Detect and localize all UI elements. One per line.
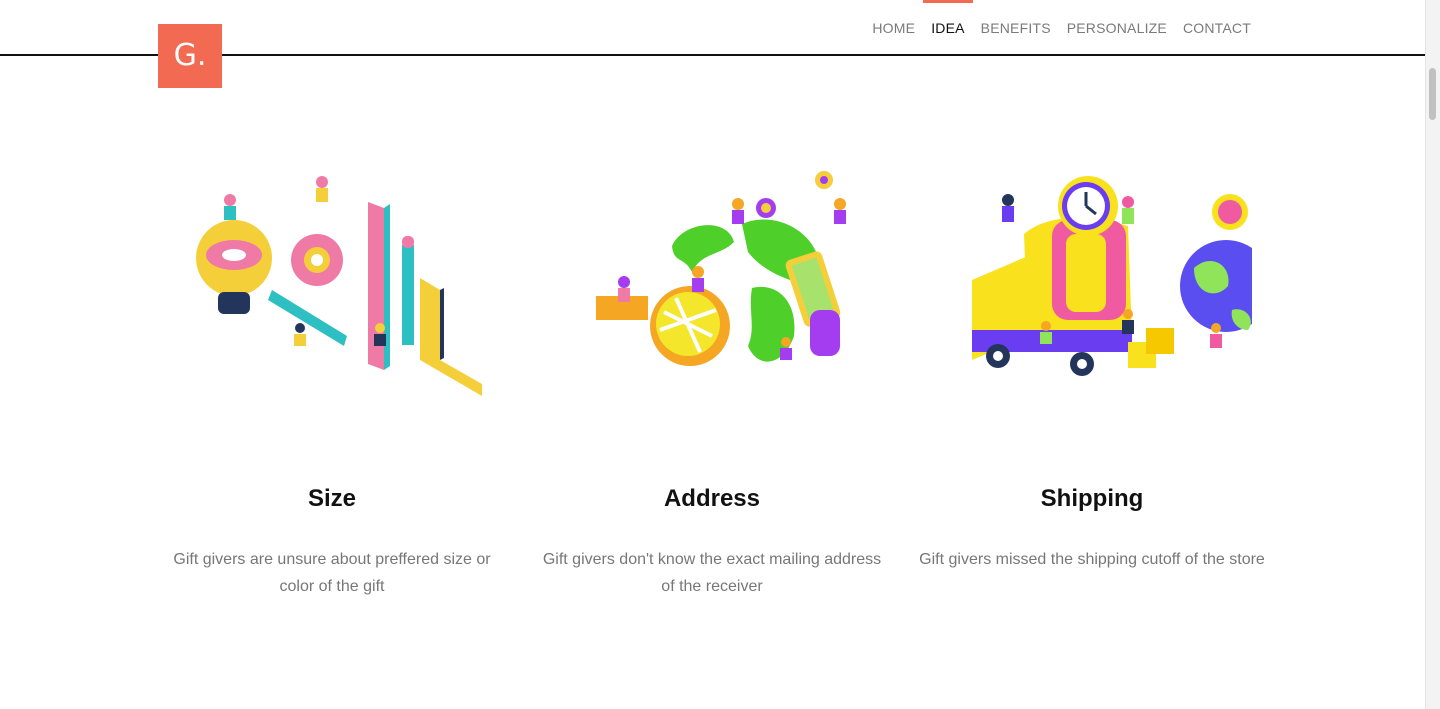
- delivery-truck-illustration: [972, 176, 1252, 376]
- measuring-tools-illustration: [196, 176, 482, 396]
- feature-title: Shipping: [1040, 485, 1144, 512]
- nav-benefits[interactable]: BENEFITS: [981, 0, 1051, 36]
- feature-title: Address: [663, 485, 761, 512]
- logo[interactable]: G.: [158, 24, 222, 88]
- feature-size: Size Gift givers are unsure about preffe…: [152, 160, 512, 595]
- main-nav: HOME IDEA BENEFITS PERSONALIZE CONTACT: [872, 0, 1251, 54]
- feature-address: Address Gift givers don't know the exact…: [532, 160, 892, 595]
- feature-shipping: Shipping Gift givers missed the shipping…: [912, 160, 1272, 568]
- nav-home[interactable]: HOME: [872, 0, 915, 36]
- feature-description: Gift givers missed the shipping cutoff o…: [919, 551, 1265, 568]
- nav-idea[interactable]: IDEA: [923, 0, 974, 36]
- feature-title: Size: [307, 485, 357, 512]
- scrollbar-thumb[interactable]: [1429, 68, 1436, 120]
- nav-personalize[interactable]: PERSONALIZE: [1067, 0, 1167, 36]
- globe-map-illustration: [596, 171, 846, 366]
- feature-description: Gift givers are unsure about preffered s…: [173, 551, 491, 595]
- feature-description: Gift givers don't know the exact mailing…: [542, 551, 882, 595]
- nav-contact[interactable]: CONTACT: [1183, 0, 1251, 36]
